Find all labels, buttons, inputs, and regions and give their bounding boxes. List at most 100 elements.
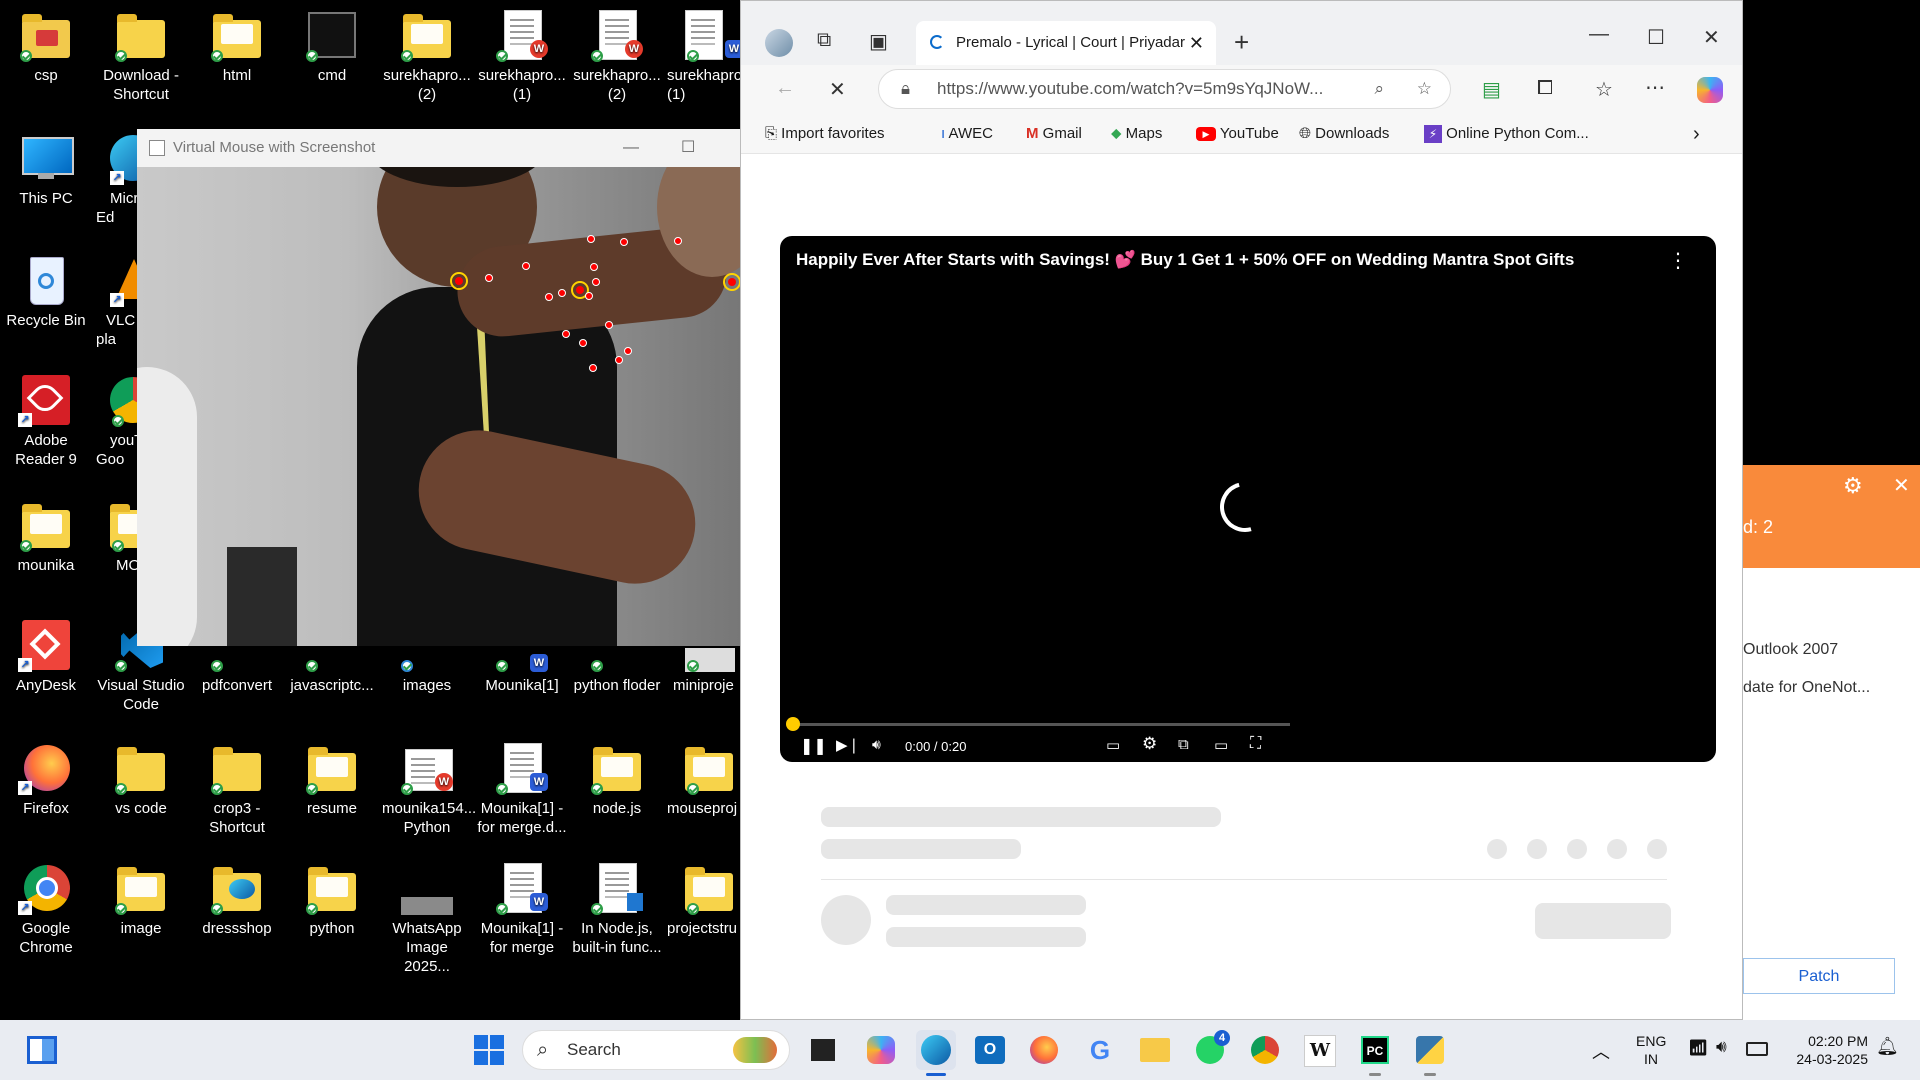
pause-icon[interactable]: ❚❚: [800, 736, 827, 756]
desktop-icon-dressshop[interactable]: dressshop: [192, 863, 282, 938]
update-item-outlook[interactable]: Outlook 2007: [1743, 641, 1838, 659]
more-menu-icon[interactable]: ⋯: [1645, 75, 1665, 100]
favorite-star-icon[interactable]: ☆: [1417, 70, 1432, 108]
close-icon[interactable]: ✕: [1893, 473, 1910, 498]
desktop-icon-nodejs[interactable]: node.js: [572, 743, 662, 818]
desktop-icon-whatsapp-image[interactable]: WhatsApp Image 2025...: [382, 863, 472, 976]
captions-icon[interactable]: ▭: [1106, 736, 1120, 754]
desktop-icon-this-pc[interactable]: This PC: [1, 133, 91, 208]
update-item-onenote[interactable]: date for OneNot...: [1743, 679, 1870, 697]
taskbar-python[interactable]: [1410, 1030, 1450, 1076]
notification-bell-icon[interactable]: 🔔︎: [1876, 1036, 1899, 1057]
maximize-button[interactable]: ☐: [681, 129, 695, 167]
back-button[interactable]: ←: [775, 77, 795, 100]
start-button[interactable]: [469, 1030, 509, 1070]
desktop-icon-adobe-reader[interactable]: ↗ Adobe Reader 9: [1, 375, 91, 469]
desktop-icon-mounika154-python[interactable]: W mounika154... Python: [382, 743, 476, 837]
desktop-icon-mounika1[interactable]: W Mounika[1]: [477, 638, 567, 695]
desktop-icon-html[interactable]: html: [192, 10, 282, 85]
desktop-icon-images[interactable]: images: [382, 638, 472, 695]
theater-mode-icon[interactable]: ▭: [1214, 736, 1228, 754]
update-notification-window[interactable]: ⚙ ✕ d: 2 Outlook 2007 date for OneNot...…: [1743, 465, 1920, 1020]
favorite-maps[interactable]: ⬥ Maps: [1111, 115, 1162, 153]
volume-icon[interactable]: 🔊︎: [1716, 1037, 1727, 1057]
desktop-icon-mo[interactable]: MO: [96, 500, 140, 575]
workspaces-icon[interactable]: ⧉: [817, 29, 831, 52]
new-tab-button[interactable]: +: [1234, 27, 1249, 58]
video-player[interactable]: Happily Ever After Starts with Savings! …: [780, 236, 1716, 762]
next-icon[interactable]: ▶❘: [836, 736, 860, 754]
patch-button[interactable]: Patch: [1743, 958, 1895, 994]
desktop-icon-youtube-google[interactable]: youT Goo: [96, 375, 140, 469]
favorite-import[interactable]: ⎘ Import favorites: [765, 115, 885, 153]
desktop-icon-mouseproj[interactable]: mouseproj: [667, 743, 740, 818]
copilot-icon[interactable]: [1697, 77, 1723, 103]
zoom-icon[interactable]: ⌕: [1374, 70, 1384, 108]
taskbar-outlook[interactable]: O: [970, 1030, 1010, 1070]
taskbar-search[interactable]: ⌕ Search: [522, 1030, 790, 1070]
desktop-icon-in-nodejs[interactable]: In Node.js, built-in func...: [572, 863, 662, 957]
vertical-tabs-icon[interactable]: ▣: [869, 29, 888, 54]
clock[interactable]: 02:20 PM 24-03-2025: [1782, 1032, 1868, 1068]
progress-scrubber[interactable]: [786, 717, 800, 731]
progress-bar[interactable]: [790, 723, 1290, 726]
desktop-icon-resume[interactable]: resume: [287, 743, 377, 818]
favorite-youtube[interactable]: ▶ YouTube: [1196, 115, 1279, 153]
favorites-icon[interactable]: ☆: [1595, 77, 1613, 102]
desktop-icon-download-shortcut[interactable]: Download - Shortcut: [96, 10, 186, 104]
desktop-icon-surekhapro-folder-2[interactable]: surekhapro... (2): [382, 10, 472, 104]
video-more-icon[interactable]: ⋮: [1668, 248, 1688, 273]
profile-avatar[interactable]: [765, 29, 793, 57]
extensions-puzzle-icon[interactable]: ⧠: [1537, 77, 1553, 100]
desktop-icon-mounika1-for-merge[interactable]: W Mounika[1] - for merge: [477, 863, 567, 957]
favorites-overflow-button[interactable]: ›: [1693, 115, 1700, 153]
tab-youtube[interactable]: Premalo - Lyrical | Court | Priyadar ✕: [916, 21, 1216, 65]
taskbar-wikipedia[interactable]: W: [1300, 1030, 1340, 1070]
window-close-button[interactable]: ✕: [1703, 25, 1720, 50]
settings-gear-icon[interactable]: ⚙: [1843, 473, 1863, 499]
desktop-icon-surekhapro-doc-1b[interactable]: W surekhapro (1): [667, 10, 740, 104]
desktop-icon-mounika1-for-merge-d[interactable]: W Mounika[1] - for merge.d...: [477, 743, 567, 837]
desktop-icon-surekhapro-doc-2[interactable]: W surekhapro... (2): [572, 10, 662, 104]
desktop-icon-vs-code-folder[interactable]: vs code: [96, 743, 186, 818]
volume-icon[interactable]: 🔊︎: [872, 736, 881, 753]
desktop-icon-anydesk[interactable]: ↗ AnyDesk: [1, 620, 91, 695]
desktop-icon-crop3-shortcut[interactable]: crop3 - Shortcut: [192, 743, 282, 837]
language-indicator[interactable]: ENG IN: [1636, 1032, 1666, 1068]
fullscreen-icon[interactable]: ⛶: [1250, 735, 1261, 753]
desktop-icon-recycle-bin[interactable]: Recycle Bin: [1, 255, 91, 330]
desktop-icon-csp[interactable]: csp: [1, 10, 91, 85]
minimize-button[interactable]: —: [623, 129, 639, 167]
virtual-mouse-titlebar[interactable]: Virtual Mouse with Screenshot — ☐: [137, 129, 740, 167]
taskbar-google[interactable]: G: [1080, 1030, 1120, 1070]
favorite-gmail[interactable]: M Gmail: [1026, 115, 1082, 153]
extension-icon[interactable]: ▤: [1482, 77, 1501, 102]
taskbar-chrome[interactable]: [1245, 1030, 1285, 1070]
window-maximize-button[interactable]: ☐: [1647, 25, 1665, 50]
virtual-mouse-window[interactable]: Virtual Mouse with Screenshot — ☐: [137, 129, 740, 646]
taskbar-pycharm[interactable]: PC: [1355, 1030, 1395, 1076]
desktop-icon-microsoft-edge[interactable]: ↗ Micr Ed: [96, 133, 140, 227]
taskbar-edge[interactable]: [916, 1030, 956, 1076]
desktop-icon-javascriptc[interactable]: javascriptc...: [287, 638, 377, 695]
favorite-online-python[interactable]: ⚡ Online Python Com...: [1424, 115, 1589, 153]
tray-overflow-icon[interactable]: ︿: [1592, 1038, 1610, 1064]
wifi-icon[interactable]: 📶︎: [1688, 1038, 1708, 1058]
desktop-icon-pdfconvert[interactable]: pdfconvert: [192, 638, 282, 695]
settings-icon[interactable]: ⚙: [1142, 734, 1157, 754]
taskbar-firefox[interactable]: [1024, 1030, 1064, 1070]
taskbar-whatsapp[interactable]: 4: [1190, 1030, 1230, 1070]
desktop-icon-python-floder[interactable]: python floder: [572, 638, 662, 695]
tab-close-button[interactable]: ✕: [1189, 21, 1204, 65]
taskbar-file-explorer[interactable]: [1135, 1030, 1175, 1070]
taskbar-copilot[interactable]: [861, 1030, 901, 1070]
desktop-icon-surekhapro-doc-1[interactable]: W surekhapro... (1): [477, 10, 567, 104]
desktop-icon-python-folder[interactable]: python: [287, 863, 377, 938]
desktop-icon-mounika[interactable]: mounika: [1, 500, 91, 575]
desktop-icon-projectstru[interactable]: projectstru: [667, 863, 740, 938]
stop-loading-button[interactable]: ✕: [829, 77, 846, 102]
desktop-icon-miniproje[interactable]: miniproje: [667, 638, 740, 695]
address-bar[interactable]: 🔒︎ https://www.youtube.com/watch?v=5m9sY…: [878, 69, 1451, 109]
window-minimize-button[interactable]: —: [1589, 23, 1609, 46]
taskbar-task-view[interactable]: [803, 1030, 843, 1070]
